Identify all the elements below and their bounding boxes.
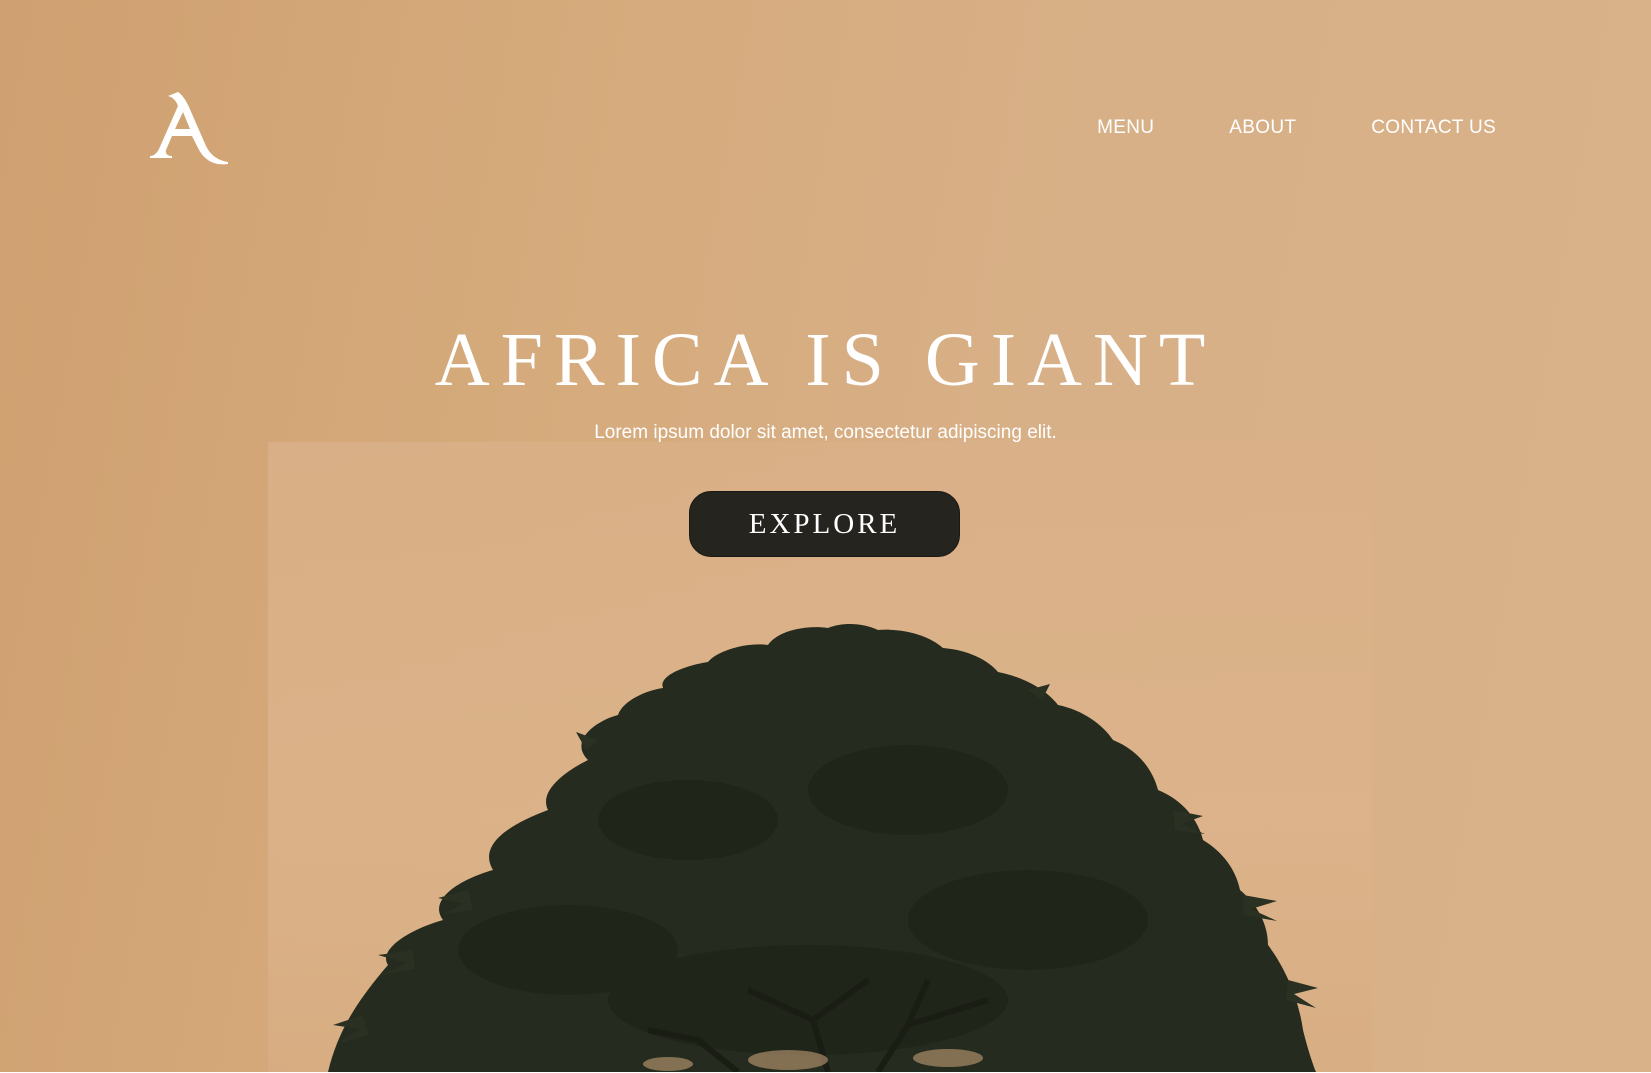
landing-page: MENU ABOUT CONTACT US AFRICA IS GIANT Lo… [0,0,1651,1073]
main-nav: MENU ABOUT CONTACT US [1097,117,1496,139]
nav-link-about[interactable]: ABOUT [1229,117,1296,139]
hero-title: AFRICA IS GIANT [434,318,1217,402]
top-navigation-bar: MENU ABOUT CONTACT US [0,0,1651,220]
nav-link-menu[interactable]: MENU [1097,117,1154,139]
brand-logo-icon[interactable] [148,88,232,172]
hero-subtitle: Lorem ipsum dolor sit amet, consectetur … [594,422,1057,443]
acacia-tree-image [328,624,1318,1072]
nav-link-contact-us[interactable]: CONTACT US [1371,117,1496,139]
hero-section: MENU ABOUT CONTACT US AFRICA IS GIANT Lo… [0,0,1651,1072]
explore-button[interactable]: EXPLORE [689,491,960,557]
